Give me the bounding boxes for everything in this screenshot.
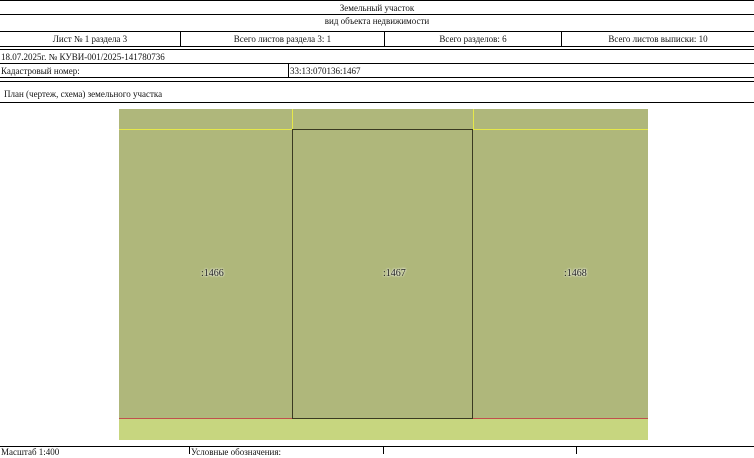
cadastral-row-bottom [0,77,754,78]
plan-title: План (чертеж, схема) земельного участка [4,89,163,99]
sheet-row-bottom [0,46,754,47]
total-sheets: Всего листов выписки: 10 [608,34,708,44]
scale-label: Масштаб 1:400 [1,447,60,457]
cadastral-number: 33:13:070136:1467 [290,66,361,76]
ref-row-bottom [0,63,754,64]
cadastral-sep [288,63,289,77]
parcel-label-1467: :1467 [383,268,406,279]
cadastral-label: Кадастровый номер: [1,66,80,76]
land-plan-drawing: :1466 :1467 :1468 [119,109,648,440]
legend-label: Условные обозначения: [191,447,282,457]
top-border [0,0,754,1]
sheet-number: Лист № 1 раздела 3 [52,34,128,44]
ref-row-top [0,49,754,50]
parcel-label-1468: :1468 [564,268,587,279]
boundary-line-upper-right [473,109,474,129]
object-type: Земельный участок [339,3,415,13]
sheet-row-top [0,31,754,32]
object-type-caption: вид объекта недвижимости [324,16,430,26]
document-reference: 18.07.2025г. № КУВИ-001/2025-141780736 [1,52,165,62]
parcel-label-1466: :1466 [201,268,224,279]
total-sections: Всего разделов: 6 [439,34,507,44]
plan-title-top [0,81,754,82]
sheets-in-section: Всего листов раздела 3: 1 [233,34,332,44]
road-strip [119,419,648,440]
boundary-line-upper-left [292,109,293,129]
footer-row-top [0,446,754,447]
plan-title-bottom [0,102,754,103]
